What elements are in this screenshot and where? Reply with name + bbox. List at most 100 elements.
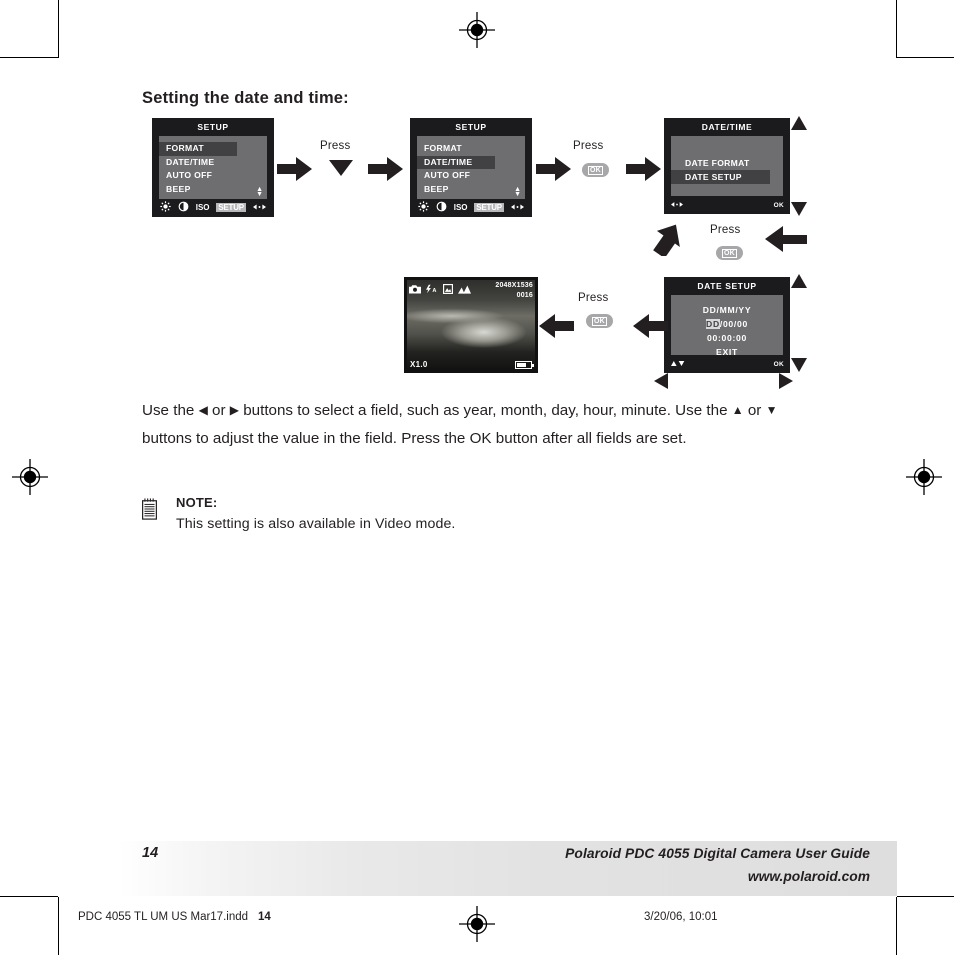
nav-down-triangle-2[interactable] — [791, 358, 807, 372]
lcd-footer-bar: OK — [664, 355, 790, 373]
flash-auto-icon: A — [426, 281, 438, 299]
contrast-icon[interactable] — [436, 201, 447, 214]
press-label-2: Press — [573, 140, 604, 152]
nav-right-triangle[interactable] — [779, 373, 793, 389]
ok-button-3[interactable]: OK — [586, 314, 613, 328]
manual-page: Setting the date and time: SETUP FORMAT … — [0, 0, 954, 955]
left-right-arrows-icon — [671, 201, 683, 210]
crop-mark-bottom-left-vertical — [58, 897, 59, 955]
iso-label[interactable]: ISO — [196, 203, 210, 212]
menu-item-date-format[interactable]: DATE FORMAT — [671, 156, 783, 170]
lcd-ok-label: OK — [773, 360, 784, 368]
nav-up-triangle-2[interactable] — [791, 274, 807, 288]
date-format-line: DD/MM/YY — [702, 305, 752, 315]
crop-mark-bottom-right-horizontal — [897, 896, 954, 897]
page-title: Setting the date and time: — [142, 89, 349, 107]
registration-mark-left — [12, 459, 48, 495]
ok-button-2[interactable]: OK — [716, 246, 743, 260]
flow-arrow-bent-left — [765, 224, 807, 252]
preview-status-top: A 2048X1536 0016 — [409, 281, 533, 300]
flow-arrow-3 — [536, 157, 571, 181]
body-line2-b: or — [743, 402, 766, 419]
menu-item-date-time[interactable]: DATE/TIME — [159, 156, 267, 170]
lcd-footer-bar: OK — [664, 196, 790, 214]
menu-item-date-time[interactable]: DATE/TIME — [417, 155, 525, 169]
lcd-menu-list: FORMAT DATE/TIME AUTO OFF BEEP ▲ ▼ — [417, 136, 525, 199]
menu-item-auto-off[interactable]: AUTO OFF — [417, 169, 525, 183]
footer-website: www.polaroid.com — [747, 869, 870, 884]
setup-chip[interactable]: SETUP — [474, 203, 504, 212]
note-title: NOTE: — [176, 495, 218, 510]
instruction-paragraph: Use the ◀ or ▶ buttons to select a field… — [142, 396, 820, 453]
iso-label[interactable]: ISO — [454, 203, 468, 212]
lcd-title: DATE SETUP — [697, 281, 757, 291]
brightness-icon[interactable] — [160, 201, 171, 214]
date-value-row[interactable]: DD/00/00 — [671, 317, 783, 331]
up-down-arrows-icon — [671, 360, 685, 369]
landscape-icon — [458, 281, 471, 299]
down-arrow-button-icon[interactable] — [329, 160, 353, 177]
date-field-rest[interactable]: /00/00 — [720, 319, 748, 329]
lcd-title: SETUP — [455, 122, 487, 132]
contrast-icon[interactable] — [178, 201, 189, 214]
press-label-3: Press — [710, 224, 741, 236]
nav-up-triangle-1[interactable] — [791, 116, 807, 130]
lcd-menu-list: FORMAT DATE/TIME AUTO OFF BEEP ▲ ▼ — [159, 136, 267, 199]
lcd-screen-date-setup: DATE SETUP DD/MM/YY DD/00/00 00:00:00 EX… — [664, 277, 790, 373]
setup-chip[interactable]: SETUP — [216, 203, 246, 212]
ok-button-1[interactable]: OK — [582, 163, 609, 177]
nav-left-triangle[interactable] — [654, 373, 668, 389]
registration-mark-top — [459, 12, 495, 48]
body-line2-a: minute. Use the — [621, 402, 732, 419]
white-balance-icon — [442, 281, 454, 299]
battery-icon — [515, 360, 534, 369]
body-line1-a: Use the — [142, 402, 199, 419]
lcd-screen-setup-1: SETUP FORMAT DATE/TIME AUTO OFF BEEP ▲▼ — [152, 118, 274, 217]
flow-arrow-6 — [539, 314, 574, 338]
lcd-screen-date-time: DATE/TIME DATE FORMAT DATE SETUP OK — [664, 118, 790, 214]
up-triangle-glyph: ▲ — [731, 403, 744, 417]
print-slug-page-overlap: 14 — [258, 911, 271, 923]
crop-mark-bottom-left-horizontal — [0, 896, 58, 897]
menu-item-beep[interactable]: BEEP — [159, 183, 267, 197]
menu-item-date-setup[interactable]: DATE SETUP — [671, 170, 771, 184]
scroll-up-down-icon: ▲ ▼ — [514, 186, 521, 198]
brightness-icon[interactable] — [418, 201, 429, 214]
print-slug-timestamp: 3/20/06, 10:01 — [644, 911, 718, 923]
preview-resolution-block: 2048X1536 0016 — [495, 281, 533, 300]
lcd-screen-camera-preview: A 2048X1536 0016 X1.0 — [404, 277, 538, 373]
lcd-ok-label: OK — [773, 201, 784, 209]
flow-arrow-1 — [277, 157, 312, 181]
date-field-day[interactable]: DD — [706, 319, 720, 329]
note-text: This setting is also available in Video … — [176, 516, 456, 532]
crop-mark-top-left-horizontal — [0, 57, 58, 58]
lcd-title: DATE/TIME — [701, 122, 753, 132]
menu-item-format[interactable]: FORMAT — [417, 142, 525, 156]
left-right-arrows-icon — [252, 203, 266, 213]
menu-item-auto-off[interactable]: AUTO OFF — [159, 169, 267, 183]
left-triangle-glyph: ◀ — [198, 403, 208, 417]
nav-down-triangle-1[interactable] — [791, 202, 807, 216]
time-value-row[interactable]: 00:00:00 — [671, 331, 783, 345]
flow-arrow-4 — [626, 157, 661, 181]
menu-item-format[interactable]: FORMAT — [159, 142, 267, 156]
menu-item-beep[interactable]: BEEP — [417, 183, 525, 197]
crop-mark-top-right-vertical — [896, 0, 897, 58]
right-triangle-glyph: ▶ — [229, 403, 239, 417]
print-slug-filename: PDC 4055 TL UM US Mar17.indd — [78, 911, 249, 923]
preview-status-bottom: X1.0 — [410, 360, 534, 369]
scroll-up-down-icon: ▲ ▼ — [256, 186, 263, 198]
lcd-screen-setup-2: SETUP FORMAT DATE/TIME AUTO OFF BEEP ▲▼ — [410, 118, 532, 217]
crop-mark-top-left-vertical — [58, 0, 59, 58]
crop-mark-top-right-horizontal — [897, 57, 954, 58]
flow-arrow-2 — [368, 157, 403, 181]
svg-text:A: A — [432, 288, 436, 294]
page-number: 14 — [142, 845, 159, 861]
preview-zoom-level: X1.0 — [410, 360, 428, 369]
flow-arrow-bent-down-left — [653, 224, 680, 256]
crop-mark-bottom-right-vertical — [896, 897, 897, 955]
lcd-title: SETUP — [197, 122, 229, 132]
body-line2-c: buttons to adjust the value in the field… — [142, 430, 466, 447]
note-pad-icon — [142, 498, 157, 520]
camera-icon — [409, 281, 421, 299]
